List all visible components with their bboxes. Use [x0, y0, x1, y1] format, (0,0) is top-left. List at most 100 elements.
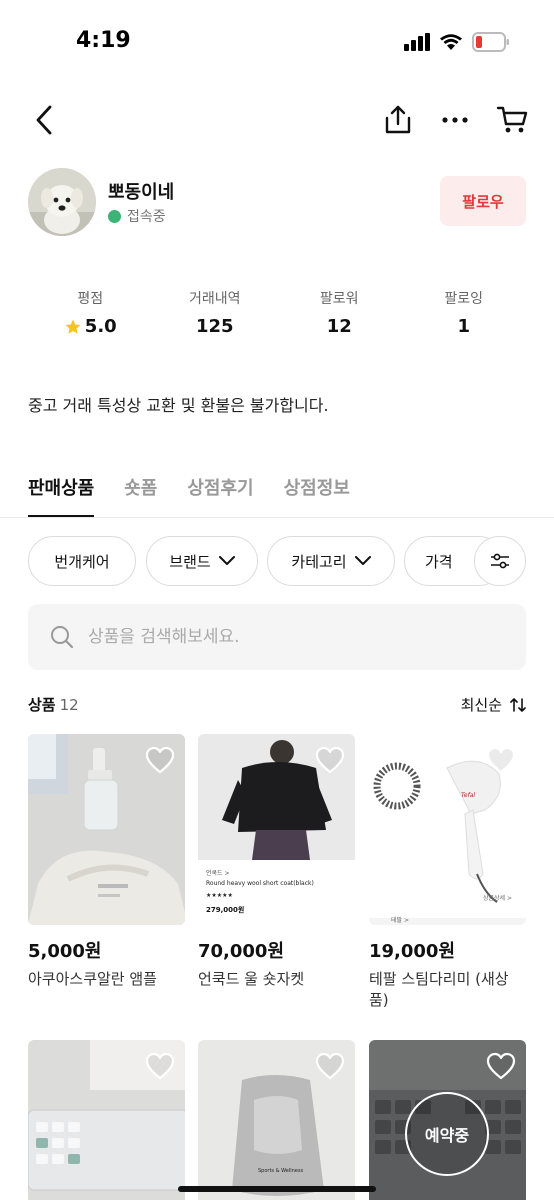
product-title: 아쿠아스쿠알란 앰플: [28, 970, 157, 988]
chip-label: 카테고리: [291, 552, 347, 571]
chevron-down-icon: [218, 556, 235, 565]
more-icon: [442, 117, 468, 123]
chip-label: 번개케어: [54, 552, 110, 571]
product-thumbnail: Sports & Wellness: [198, 1040, 355, 1200]
tab-products[interactable]: 판매상품: [28, 474, 95, 518]
pouch-text: Sports & Wellness: [258, 1168, 304, 1174]
signal-icon: [404, 33, 430, 51]
heart-icon[interactable]: [145, 1052, 175, 1080]
stat-label: 팔로워: [319, 291, 359, 307]
product-count: 상품 12: [28, 694, 79, 715]
tab-reviews[interactable]: 상점후기: [187, 474, 253, 518]
share-icon: [385, 105, 411, 134]
online-label: 접속중: [127, 209, 166, 225]
stars-text: ★★★★★: [206, 892, 233, 899]
heart-icon[interactable]: [315, 746, 345, 774]
tab-shortform[interactable]: 숏폼: [124, 474, 157, 518]
top-nav: [0, 96, 554, 144]
stat-following[interactable]: 팔로잉 1: [402, 288, 527, 344]
sort-label: 최신순: [460, 696, 502, 714]
tefal-tag-text: 테팔 >: [391, 917, 409, 924]
wifi-icon: [440, 34, 462, 50]
star-icon: [65, 319, 81, 334]
product-card[interactable]: 예약중: [369, 1040, 526, 1200]
status-time: 4:19: [76, 28, 131, 53]
product-price: 19,000원: [369, 941, 456, 962]
status-icons: [404, 32, 510, 52]
product-search: [28, 604, 526, 670]
product-thumbnail: 언쿡드 > Round heavy wool short coat(black)…: [198, 734, 355, 925]
status-bar: 4:19: [0, 0, 554, 84]
shop-profile: 뽀동이네 접속중 팔로우: [28, 166, 526, 238]
online-dot-icon: [108, 209, 121, 223]
avatar[interactable]: [28, 168, 96, 236]
product-thumbnail: [28, 1040, 185, 1200]
product-card[interactable]: 언쿡드 > Round heavy wool short coat(black)…: [198, 734, 355, 990]
chip-label: 가격: [425, 552, 453, 571]
coat-name-text: Round heavy wool short coat(black): [206, 880, 314, 887]
stat-transactions[interactable]: 거래내역 125: [153, 288, 278, 344]
filter-chip-category[interactable]: 카테고리: [267, 536, 395, 586]
coat-price-text: 279,000원: [206, 906, 245, 914]
search-icon: [51, 626, 74, 649]
heart-icon[interactable]: [145, 746, 175, 774]
detail-link-text: 상품상세 >: [482, 895, 512, 902]
heart-icon[interactable]: [486, 746, 516, 774]
chip-label: 브랜드: [169, 552, 211, 571]
tab-shop-info[interactable]: 상점정보: [284, 474, 350, 518]
cart-button[interactable]: [494, 100, 530, 140]
product-title: 언쿡드 울 숏자켓: [198, 970, 305, 988]
product-card[interactable]: [28, 1040, 185, 1200]
filter-chip-care[interactable]: 번개케어: [28, 536, 136, 586]
heart-icon[interactable]: [486, 1052, 516, 1080]
cart-icon: [496, 106, 528, 133]
stat-label: 거래내역: [188, 291, 241, 307]
tefal-logo: Tefal: [461, 792, 476, 799]
follow-button[interactable]: 팔로우: [440, 176, 526, 226]
stat-followers[interactable]: 팔로워 12: [277, 288, 402, 344]
stat-label: 평점: [77, 291, 104, 307]
share-button[interactable]: [382, 100, 414, 140]
shop-stats: 평점 5.0 거래내역 125 팔로워 12 팔로잉 1: [28, 288, 526, 344]
stat-value: 1: [457, 316, 471, 337]
sliders-icon: [491, 553, 509, 569]
filter-settings-button[interactable]: [474, 536, 526, 586]
shop-tabs: 판매상품 숏폼 상점후기 상점정보: [28, 474, 350, 518]
sort-button[interactable]: 최신순: [461, 694, 526, 715]
filter-chips: 번개케어 브랜드 카테고리 가격: [28, 536, 554, 586]
product-thumbnail: 예약중: [369, 1040, 526, 1200]
heart-icon[interactable]: [315, 1052, 345, 1080]
product-thumbnail: [28, 734, 185, 925]
brand-text: 언쿡드 >: [206, 870, 230, 877]
product-thumbnail: Tefal 상품상세 > 테팔 >: [369, 734, 526, 925]
product-card[interactable]: 5,000원 아쿠아스쿠알란 앰플: [28, 734, 185, 990]
product-card[interactable]: Tefal 상품상세 > 테팔 > 19,000원 테팔 스팀다리미 (새상품): [369, 734, 526, 1011]
back-button[interactable]: [28, 100, 60, 140]
product-price: 70,000원: [198, 941, 285, 962]
search-input[interactable]: [88, 627, 488, 647]
stat-rating[interactable]: 평점 5.0: [28, 288, 153, 344]
rating-value: 5.0: [84, 316, 117, 337]
sort-icon: [510, 697, 526, 712]
tabs-divider: [0, 517, 554, 518]
stat-label: 팔로잉: [444, 291, 484, 307]
chevron-left-icon: [36, 105, 52, 135]
product-count-label: 상품: [28, 696, 56, 714]
product-card[interactable]: Sports & Wellness: [198, 1040, 355, 1200]
product-price: 5,000원: [28, 941, 102, 962]
shop-name: 뽀동이네: [108, 182, 175, 203]
home-indicator[interactable]: [178, 1186, 376, 1192]
product-title: 테팔 스팀다리미 (새상품): [369, 970, 509, 1009]
stat-value: 125: [195, 316, 234, 337]
filter-chip-brand[interactable]: 브랜드: [146, 536, 258, 586]
stat-value: 12: [326, 316, 352, 337]
chevron-down-icon: [354, 556, 371, 565]
shop-notice: 중고 거래 특성상 교환 및 환불은 불가합니다.: [28, 396, 329, 415]
battery-icon: [472, 32, 509, 52]
product-count-number: 12: [59, 696, 79, 714]
online-status: 접속중: [108, 206, 166, 226]
more-button[interactable]: [438, 100, 472, 140]
stat-value: 5.0: [28, 316, 153, 337]
dog-avatar-image: [28, 168, 96, 236]
reserved-badge: 예약중: [405, 1092, 489, 1176]
